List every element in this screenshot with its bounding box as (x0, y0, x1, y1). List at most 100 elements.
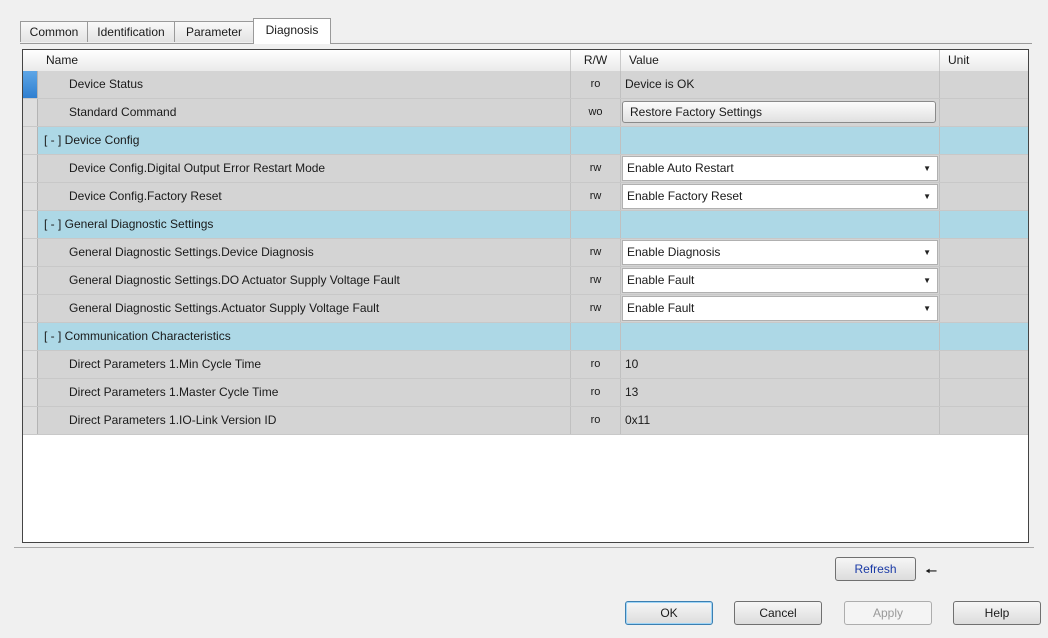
row-name: Direct Parameters 1.IO-Link Version ID (38, 407, 571, 434)
chevron-down-icon[interactable]: ▼ (923, 157, 931, 180)
row-name: General Diagnostic Settings.DO Actuator … (38, 267, 571, 294)
row-access: rw (571, 239, 621, 266)
table-row-actuator-fault[interactable]: General Diagnostic Settings.Actuator Sup… (23, 295, 1028, 323)
row-selector[interactable] (23, 239, 38, 266)
row-access: ro (571, 407, 621, 434)
row-selector[interactable] (23, 99, 38, 126)
chevron-down-icon[interactable]: ▼ (923, 241, 931, 264)
chevron-down-icon[interactable]: ▼ (923, 297, 931, 320)
row-selector-current[interactable] (23, 71, 38, 98)
ok-button[interactable]: OK (625, 601, 713, 625)
restart-mode-select[interactable]: Enable Auto Restart ▼ (622, 156, 938, 181)
row-name: Device Config.Digital Output Error Resta… (38, 155, 571, 182)
table-row-do-actuator-fault[interactable]: General Diagnostic Settings.DO Actuator … (23, 267, 1028, 295)
row-value: Enable Diagnosis ▼ (621, 239, 940, 266)
row-name: Standard Command (38, 99, 571, 126)
restore-factory-settings-button[interactable]: Restore Factory Settings (622, 101, 936, 123)
row-selector[interactable] (23, 183, 38, 210)
column-header-rw[interactable]: R/W (571, 50, 621, 71)
row-value (621, 127, 940, 154)
chevron-down-icon[interactable]: ▼ (923, 185, 931, 208)
table-row-io-link-version-id[interactable]: Direct Parameters 1.IO-Link Version ID r… (23, 407, 1028, 435)
row-access: rw (571, 183, 621, 210)
row-unit (940, 155, 1028, 182)
grid-header: Name R/W Value Unit (23, 50, 1028, 72)
row-unit (940, 99, 1028, 126)
row-selector[interactable] (23, 155, 38, 182)
select-value: Enable Fault (627, 273, 695, 287)
select-value: Enable Diagnosis (627, 245, 721, 259)
row-unit (940, 239, 1028, 266)
tab-pane-border (20, 43, 1032, 44)
row-selector[interactable] (23, 267, 38, 294)
cancel-button[interactable]: Cancel (734, 601, 822, 625)
column-header-name[interactable]: Name (23, 50, 571, 71)
row-name: General Diagnostic Settings.Device Diagn… (38, 239, 571, 266)
row-selector[interactable] (23, 127, 38, 154)
row-unit (940, 407, 1028, 434)
refresh-button[interactable]: Refresh (835, 557, 916, 581)
row-access (571, 127, 621, 154)
row-access: ro (571, 379, 621, 406)
row-value (621, 323, 940, 350)
row-unit (940, 127, 1028, 154)
group-row-communication-characteristics[interactable]: [ - ] Communication Characteristics (23, 323, 1028, 351)
column-header-value[interactable]: Value (621, 50, 940, 71)
arrow-left-icon: 🠔 (925, 563, 938, 579)
row-access: rw (571, 155, 621, 182)
row-access: ro (571, 71, 621, 98)
row-value: 10 (621, 351, 940, 378)
group-row-device-config[interactable]: [ - ] Device Config (23, 127, 1028, 155)
column-header-unit[interactable]: Unit (940, 50, 1028, 71)
row-selector[interactable] (23, 379, 38, 406)
row-access: wo (571, 99, 621, 126)
row-unit (940, 379, 1028, 406)
row-access: rw (571, 267, 621, 294)
actuator-fault-select[interactable]: Enable Fault ▼ (622, 296, 938, 321)
table-row-master-cycle-time[interactable]: Direct Parameters 1.Master Cycle Time ro… (23, 379, 1028, 407)
row-unit (940, 183, 1028, 210)
row-unit (940, 323, 1028, 350)
row-unit (940, 295, 1028, 322)
apply-button[interactable]: Apply (844, 601, 932, 625)
row-selector[interactable] (23, 323, 38, 350)
table-row-device-diagnosis[interactable]: General Diagnostic Settings.Device Diagn… (23, 239, 1028, 267)
table-row-restart-mode[interactable]: Device Config.Digital Output Error Resta… (23, 155, 1028, 183)
tab-common[interactable]: Common (20, 21, 88, 42)
chevron-down-icon[interactable]: ▼ (923, 269, 931, 292)
device-diagnosis-select[interactable]: Enable Diagnosis ▼ (622, 240, 938, 265)
row-value: Enable Fault ▼ (621, 295, 940, 322)
row-value: 13 (621, 379, 940, 406)
row-selector[interactable] (23, 407, 38, 434)
row-unit (940, 71, 1028, 98)
help-button[interactable]: Help (953, 601, 1041, 625)
group-toggle-label[interactable]: [ - ] Device Config (38, 127, 571, 154)
do-actuator-fault-select[interactable]: Enable Fault ▼ (622, 268, 938, 293)
group-toggle-label[interactable]: [ - ] Communication Characteristics (38, 323, 571, 350)
table-row-min-cycle-time[interactable]: Direct Parameters 1.Min Cycle Time ro 10 (23, 351, 1028, 379)
row-value (621, 211, 940, 238)
table-row-factory-reset[interactable]: Device Config.Factory Reset rw Enable Fa… (23, 183, 1028, 211)
row-selector[interactable] (23, 295, 38, 322)
table-row-standard-command[interactable]: Standard Command wo Restore Factory Sett… (23, 99, 1028, 127)
group-row-general-diagnostic-settings[interactable]: [ - ] General Diagnostic Settings (23, 211, 1028, 239)
row-value: 0x11 (621, 407, 940, 434)
tab-identification[interactable]: Identification (87, 21, 175, 42)
table-row-device-status[interactable]: Device Status ro Device is OK (23, 71, 1028, 99)
row-name: General Diagnostic Settings.Actuator Sup… (38, 295, 571, 322)
group-toggle-label[interactable]: [ - ] General Diagnostic Settings (38, 211, 571, 238)
tab-diagnosis[interactable]: Diagnosis (253, 18, 331, 44)
row-value: Device is OK (621, 71, 940, 98)
factory-reset-select[interactable]: Enable Factory Reset ▼ (622, 184, 938, 209)
row-selector[interactable] (23, 351, 38, 378)
row-selector[interactable] (23, 211, 38, 238)
row-value: Enable Factory Reset ▼ (621, 183, 940, 210)
row-name: Device Status (38, 71, 571, 98)
tab-parameter[interactable]: Parameter (174, 21, 254, 42)
row-unit (940, 267, 1028, 294)
select-value: Enable Auto Restart (627, 161, 734, 175)
footer-separator (14, 547, 1034, 548)
parameter-grid: Name R/W Value Unit Device Status ro Dev… (22, 49, 1029, 543)
row-value: Restore Factory Settings (621, 99, 940, 126)
row-access (571, 211, 621, 238)
